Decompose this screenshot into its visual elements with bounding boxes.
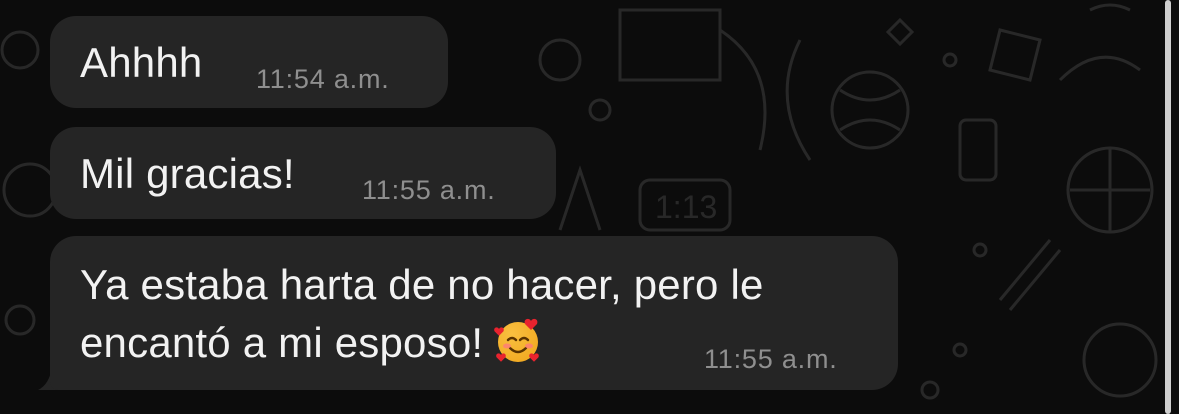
message-time: 11:55 a.m. [704, 344, 838, 374]
svg-text:1:13: 1:13 [655, 189, 717, 225]
message-text: Ya estaba harta de no hacer, pero le enc… [80, 256, 764, 372]
message-line-text: encantó a mi esposo! [80, 319, 484, 366]
message-text: Mil gracias! [80, 150, 295, 197]
smiling-face-with-hearts-icon [494, 318, 540, 362]
message-bubble[interactable]: Mil gracias! 11:55 a.m. [50, 127, 556, 219]
message-line: Ya estaba harta de no hacer, pero le [80, 261, 764, 308]
scrollbar[interactable] [1165, 0, 1171, 414]
chat-view: 1:13 Ahhhh 11:54 a.m. Mil gracias! 11:55… [0, 0, 1179, 414]
message-text: Ahhhh [80, 39, 203, 86]
message-bubble[interactable]: Ahhhh 11:54 a.m. [50, 16, 448, 108]
message-line-with-emoji: encantó a mi esposo! [80, 314, 764, 372]
message-time: 11:55 a.m. [362, 175, 496, 205]
message-bubble[interactable]: Ya estaba harta de no hacer, pero le enc… [50, 236, 898, 390]
message-time: 11:54 a.m. [256, 64, 390, 94]
